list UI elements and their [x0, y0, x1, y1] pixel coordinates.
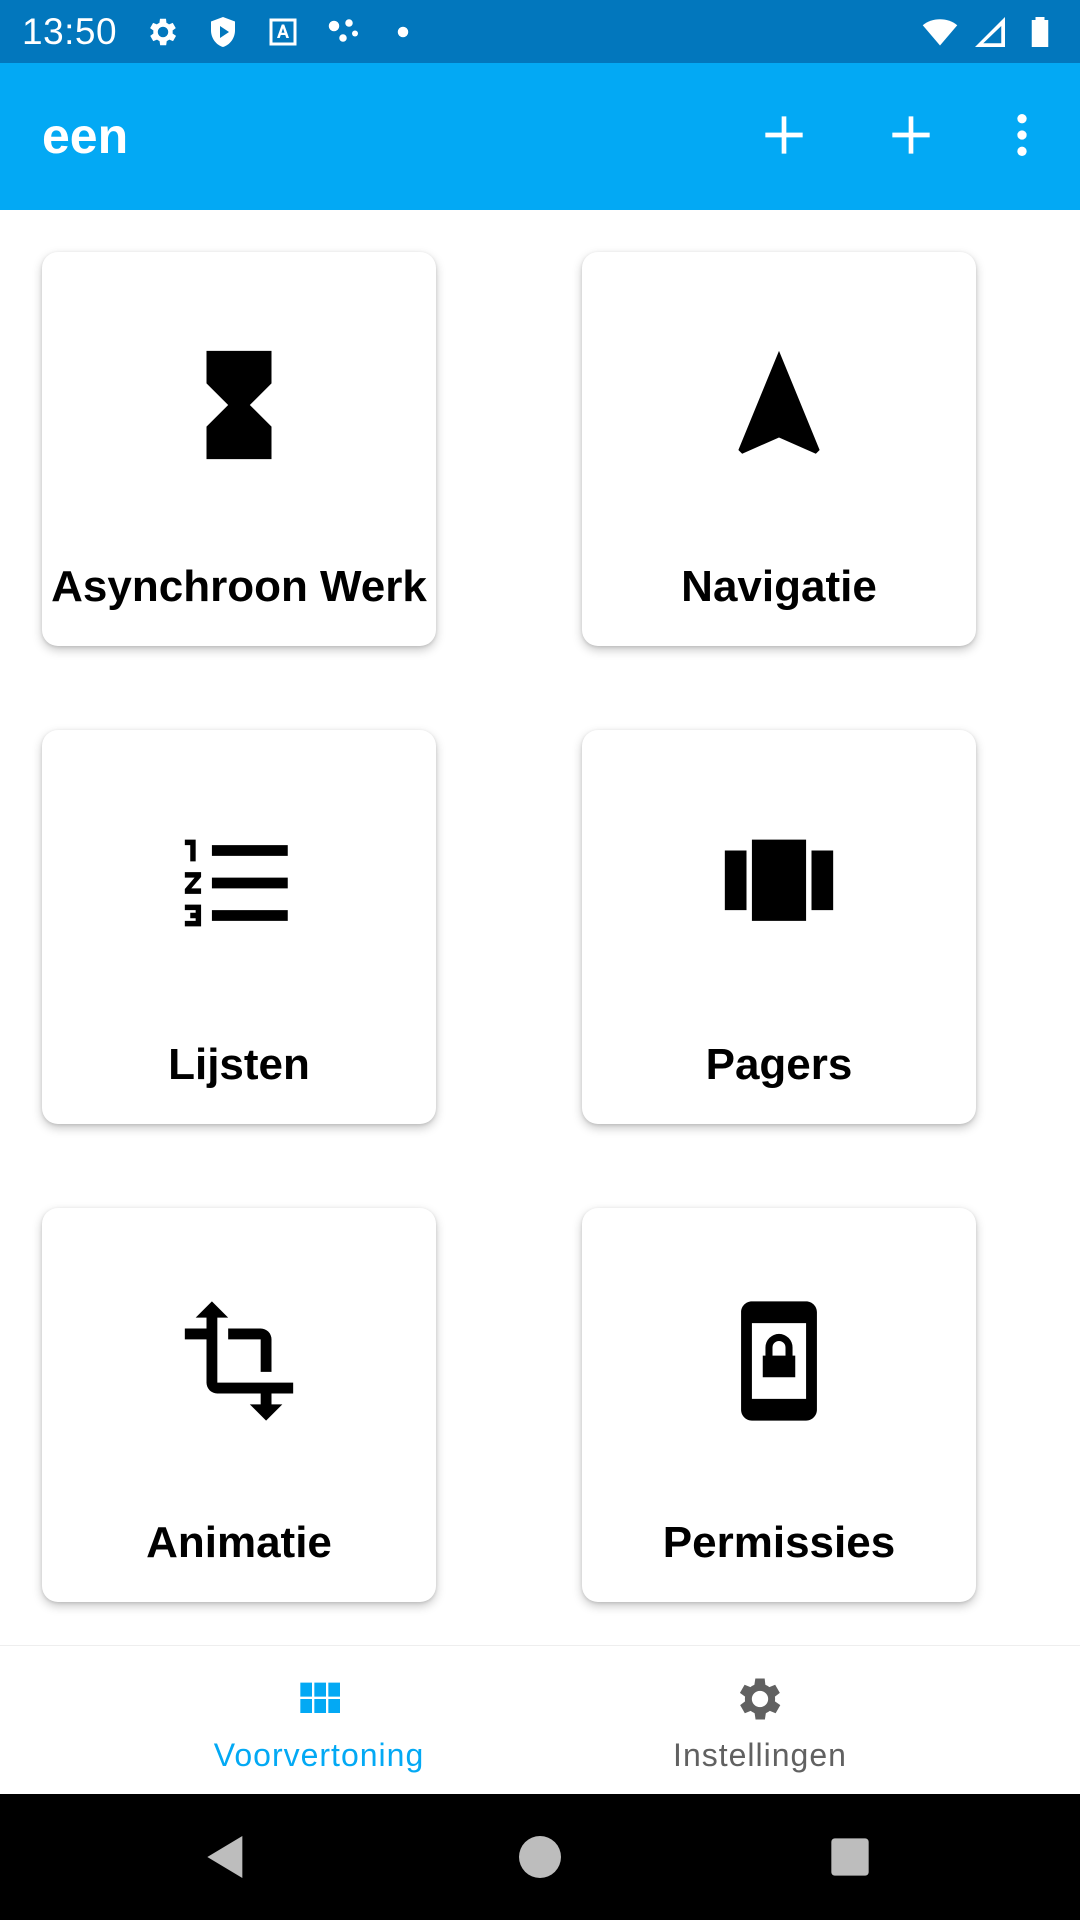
card-label: Navigatie: [681, 562, 877, 611]
grid-icon: [291, 1671, 347, 1727]
recents-icon: [831, 1838, 869, 1876]
cell-signal-icon: [972, 14, 1008, 50]
status-bar: 13:50: [0, 0, 1080, 63]
add-button-2[interactable]: [875, 99, 947, 171]
home-icon: [519, 1836, 561, 1878]
back-icon: [207, 1836, 243, 1878]
card-label: Lijsten: [168, 1040, 310, 1089]
card-pagers[interactable]: Pagers: [582, 730, 976, 1124]
nav-label: Voorvertoning: [213, 1737, 425, 1773]
add-icon: [892, 116, 930, 154]
nav-item-instellingen[interactable]: Instellingen: [490, 1646, 1030, 1795]
dots-network-icon: [325, 14, 361, 50]
hourglass-icon: [42, 340, 436, 470]
phone-lock-icon: [582, 1296, 976, 1426]
card-animatie[interactable]: Animatie: [42, 1208, 436, 1602]
text-a-icon: [265, 14, 301, 50]
more-vert-icon: [1017, 114, 1027, 156]
numbered-list-icon: [42, 818, 436, 948]
navigation-arrow-icon: [582, 340, 976, 470]
settings-icon: [145, 14, 181, 50]
dot-icon: [385, 14, 421, 50]
add-icon: [765, 116, 803, 154]
card-label: Permissies: [662, 1518, 896, 1567]
bottom-navigation: Voorvertoning Instellingen: [0, 1645, 1080, 1794]
view-carousel-icon: [582, 818, 976, 948]
card-label: Animatie: [146, 1518, 332, 1567]
nav-label: Instellingen: [673, 1737, 847, 1773]
gear-icon: [732, 1671, 788, 1727]
screen: 13:50 een Asynchroon Werk Navigatie Lijs…: [0, 0, 1080, 1920]
wifi-icon: [922, 14, 958, 50]
system-navigation-bar: [0, 1794, 1080, 1920]
card-label: Asynchroon Werk: [51, 562, 427, 611]
card-label: Pagers: [705, 1040, 853, 1089]
recents-button[interactable]: [814, 1821, 886, 1893]
card-permissies[interactable]: Permissies: [582, 1208, 976, 1602]
status-right-icons: [922, 14, 1058, 50]
add-button-1[interactable]: [748, 99, 820, 171]
card-lijsten[interactable]: Lijsten: [42, 730, 436, 1124]
battery-icon: [1022, 14, 1058, 50]
home-button[interactable]: [504, 1821, 576, 1893]
app-bar: een: [0, 63, 1080, 210]
card-navigatie[interactable]: Navigatie: [582, 252, 976, 646]
status-left-icons: [145, 14, 421, 50]
shield-play-icon: [205, 14, 241, 50]
app-title: een: [42, 108, 129, 164]
overflow-menu-button[interactable]: [986, 99, 1058, 171]
card-asynchroon-werk[interactable]: Asynchroon Werk: [42, 252, 436, 646]
back-button[interactable]: [190, 1821, 262, 1893]
transform-icon: [42, 1296, 436, 1426]
status-time: 13:50: [22, 10, 118, 52]
